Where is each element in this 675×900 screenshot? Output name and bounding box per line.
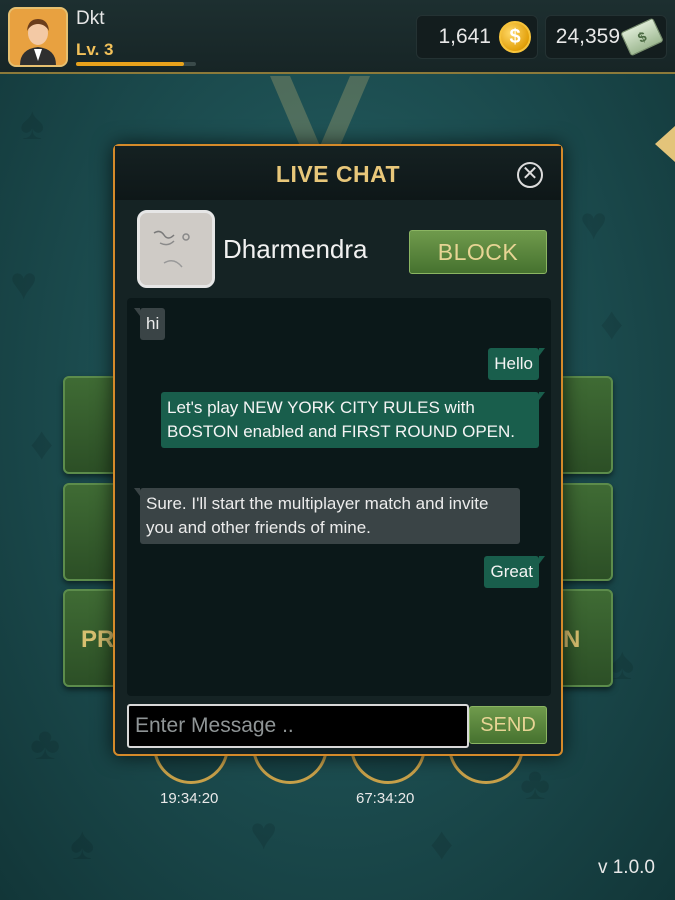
chat-message-outgoing: Hello — [488, 348, 545, 380]
version-label: v 1.0.0 — [597, 857, 655, 878]
chat-message-incoming: hi — [133, 308, 166, 340]
club-icon: ♣ — [520, 757, 551, 809]
spade-icon: ♠ — [70, 817, 95, 869]
player-avatar[interactable] — [8, 7, 68, 67]
coin-icon: $ — [499, 21, 531, 53]
chat-message-incoming: Sure. I'll start the multiplayer match a… — [134, 488, 520, 544]
spade-icon: ♠ — [20, 97, 45, 149]
menu-button-right-3-label: N — [563, 626, 581, 653]
friend-name: Dharmendra — [223, 234, 368, 264]
dialog-header: LIVE CHAT ✕ — [115, 146, 561, 200]
diamond-icon: ♦ — [30, 417, 54, 469]
menu-button-left-3-label: PR — [81, 626, 115, 653]
player-level: Lv. 3 — [76, 40, 114, 59]
side-panel-tab[interactable] — [655, 126, 675, 162]
light-rays — [270, 76, 370, 146]
xp-progress-bar — [76, 62, 196, 66]
xp-progress-fill — [76, 62, 184, 66]
chat-messages[interactable]: hi Hello Let's play NEW YORK CITY RULES … — [127, 298, 551, 696]
coin-amount: 1,641 — [438, 25, 491, 48]
send-button[interactable]: SEND — [469, 706, 547, 744]
chat-message-outgoing: Great — [484, 556, 545, 588]
close-icon[interactable]: ✕ — [517, 162, 543, 188]
gift-timer: 19:34:20 — [160, 790, 219, 807]
heart-icon: ♥ — [250, 807, 278, 859]
heart-icon: ♥ — [580, 197, 608, 249]
club-icon: ♣ — [30, 717, 61, 769]
chest-timer: 67:34:20 — [356, 790, 415, 807]
chat-message-outgoing: Let's play NEW YORK CITY RULES with BOST… — [161, 392, 545, 448]
top-bar: Dkt Lv. 3 1,641 $ 24,359 $ — [0, 0, 675, 74]
live-chat-dialog: LIVE CHAT ✕ Dharmendra BLOCK hi Hello Le… — [113, 144, 563, 756]
player-name: Dkt — [76, 8, 105, 29]
cash-balance[interactable]: 24,359 $ — [545, 15, 667, 59]
spade-icon: ♠ — [610, 637, 635, 689]
diamond-icon: ♦ — [600, 297, 624, 349]
cash-amount: 24,359 — [555, 25, 620, 48]
dialog-title: LIVE CHAT — [275, 161, 401, 187]
cash-icon: $ — [620, 17, 664, 57]
block-button[interactable]: BLOCK — [409, 230, 547, 274]
diamond-icon: ♦ — [430, 817, 454, 869]
message-input[interactable] — [127, 704, 469, 748]
coin-balance[interactable]: 1,641 $ — [416, 15, 538, 59]
friend-avatar — [137, 210, 215, 288]
heart-icon: ♥ — [10, 257, 38, 309]
